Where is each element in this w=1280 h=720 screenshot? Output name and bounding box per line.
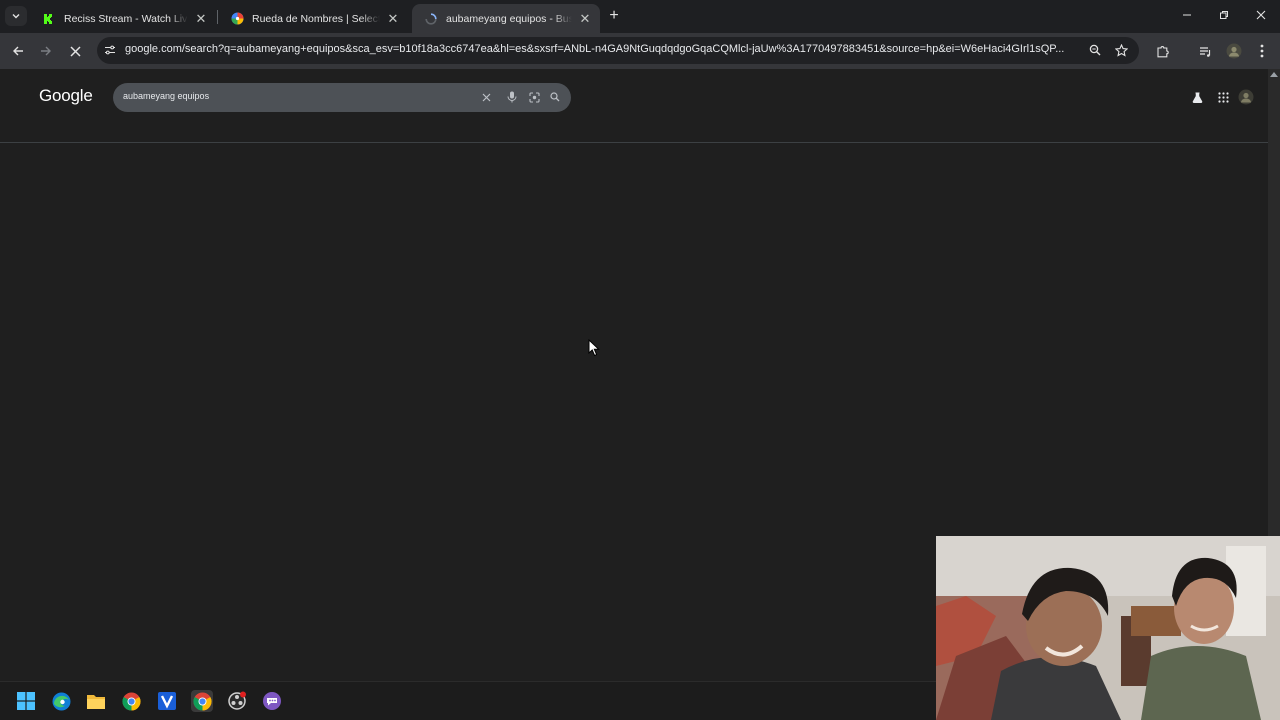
search-box[interactable]: aubameyang equipos: [113, 83, 571, 112]
tab-strip: Reciss Stream - Watch Live on Kick ✕ Rue…: [0, 0, 1280, 33]
edge-icon[interactable]: [50, 690, 72, 712]
tab-title: aubameyang equipos - Buscar con Google: [446, 12, 572, 25]
bookmark-star-icon[interactable]: [1112, 41, 1130, 59]
tab-title: Rueda de Nombres | Selector de nombres: [252, 12, 380, 25]
browser-menu-button[interactable]: [1252, 41, 1272, 61]
new-tab-button[interactable]: +: [605, 7, 623, 25]
zoom-icon[interactable]: [1086, 41, 1104, 59]
webcam-overlay: [936, 536, 1280, 720]
browser-toolbar: google.com/search?q=aubameyang+equipos&s…: [0, 33, 1280, 69]
address-bar[interactable]: google.com/search?q=aubameyang+equipos&s…: [97, 37, 1139, 64]
google-apps-icon[interactable]: [1215, 89, 1231, 105]
close-window-button[interactable]: [1252, 7, 1270, 25]
restore-icon: [1220, 11, 1228, 19]
kick-logo-icon: [42, 12, 56, 26]
avatar-icon: [1226, 43, 1242, 59]
arrow-right-icon: [41, 46, 51, 56]
close-icon[interactable]: ✕: [578, 11, 592, 26]
search-icon[interactable]: [547, 89, 563, 105]
minimize-icon: [1183, 14, 1191, 16]
header-divider: [0, 142, 1268, 143]
google-logo[interactable]: Google: [39, 86, 93, 106]
chevron-down-icon: [12, 14, 20, 19]
stop-loading-button[interactable]: [65, 41, 85, 61]
site-settings-icon[interactable]: [101, 41, 119, 59]
kebab-menu-icon: [1260, 44, 1264, 58]
minimize-button[interactable]: [1178, 7, 1196, 25]
scroll-up-icon[interactable]: [1270, 71, 1278, 77]
close-icon[interactable]: ✕: [386, 11, 400, 26]
chrome-active-icon[interactable]: [191, 690, 213, 712]
voice-search-icon[interactable]: [504, 89, 520, 105]
account-avatar[interactable]: [1238, 89, 1254, 105]
tab-search-button[interactable]: [5, 6, 27, 26]
chrome-icon[interactable]: [120, 690, 142, 712]
windows-start-icon[interactable]: [15, 690, 37, 712]
loading-icon: [424, 12, 438, 26]
v-app-icon[interactable]: [156, 690, 178, 712]
url-text: google.com/search?q=aubameyang+equipos&s…: [125, 43, 1065, 55]
forward-button[interactable]: [36, 41, 56, 61]
wheel-icon: [230, 12, 244, 26]
file-explorer-icon[interactable]: [85, 690, 107, 712]
avatar-icon: [1238, 89, 1254, 105]
webcam-video-image: [936, 536, 1280, 720]
screen: Reciss Stream - Watch Live on Kick ✕ Rue…: [0, 0, 1280, 720]
tab-kick[interactable]: Reciss Stream - Watch Live on Kick ✕: [30, 4, 216, 33]
close-icon: [69, 45, 81, 57]
chat-app-icon[interactable]: [261, 690, 283, 712]
close-icon[interactable]: ✕: [194, 11, 208, 26]
lens-search-icon[interactable]: [526, 89, 542, 105]
profile-avatar[interactable]: [1224, 41, 1244, 61]
tab-rueda[interactable]: Rueda de Nombres | Selector de nombres ✕: [218, 4, 408, 33]
search-input[interactable]: aubameyang equipos: [123, 91, 209, 101]
close-icon: [1256, 10, 1266, 20]
tab-google-search[interactable]: aubameyang equipos - Buscar con Google ✕: [412, 4, 600, 33]
mouse-cursor-icon: [588, 339, 600, 357]
tab-title: Reciss Stream - Watch Live on Kick: [64, 12, 188, 25]
puzzle-icon: [1156, 45, 1169, 57]
media-queue-icon: [1199, 46, 1210, 57]
extensions-button[interactable]: [1152, 41, 1172, 61]
restore-button[interactable]: [1215, 7, 1233, 25]
back-button[interactable]: [8, 41, 28, 61]
arrow-left-icon: [13, 46, 23, 56]
media-control-button[interactable]: [1195, 41, 1215, 61]
obs-icon[interactable]: [226, 690, 248, 712]
clear-search-icon[interactable]: [478, 89, 494, 105]
labs-flask-icon[interactable]: [1189, 89, 1205, 105]
